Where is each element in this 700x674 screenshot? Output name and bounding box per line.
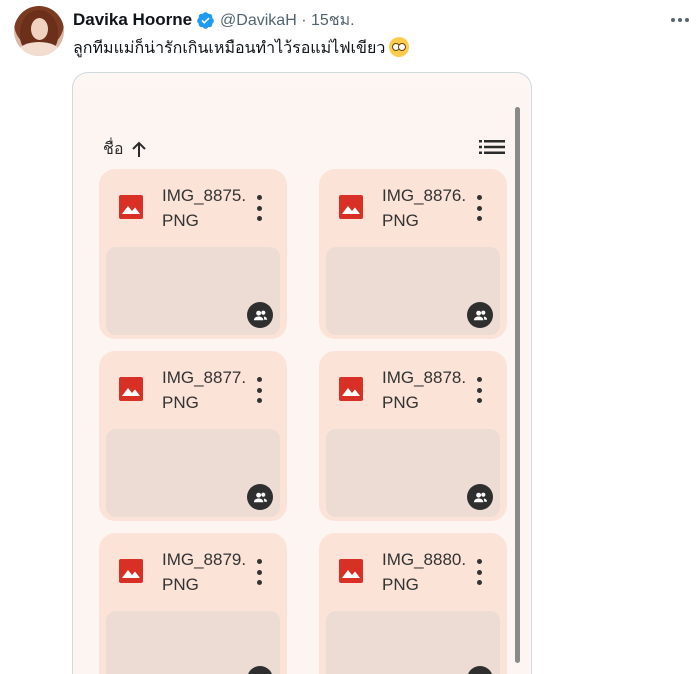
file-name: IMG_8875.PNG	[162, 186, 247, 230]
file-card[interactable]: IMG_8879.PNG	[99, 533, 287, 674]
sort-by-name-control[interactable]: ชื่อ	[103, 137, 147, 162]
tweet-header: Davika Hoorne @DavikaH · 15ชม.	[73, 9, 355, 31]
file-card[interactable]: IMG_8880.PNG	[319, 533, 507, 674]
shared-people-icon	[247, 484, 273, 510]
avatar-face	[31, 18, 48, 40]
file-name: IMG_8878.PNG	[382, 368, 467, 412]
sort-label: ชื่อ	[103, 141, 124, 158]
more-options-icon[interactable]	[668, 10, 692, 30]
scrollbar[interactable]	[515, 107, 520, 663]
tweet-text: ลูกทีมแม่ก็น่ารักเกินเหมือนทำไว้รอแม่ไฟเ…	[73, 36, 410, 61]
image-file-icon	[339, 377, 363, 401]
list-view-icon[interactable]	[479, 139, 505, 155]
tweet-text-content: ลูกทีมแม่ก็น่ารักเกินเหมือนทำไว้รอแม่ไฟเ…	[73, 40, 386, 57]
more-vert-icon[interactable]	[474, 377, 484, 403]
file-card[interactable]: IMG_8876.PNG	[319, 169, 507, 339]
file-name: IMG_8876.PNG	[382, 186, 467, 230]
file-name: IMG_8877.PNG	[162, 368, 247, 412]
file-thumbnail	[326, 611, 500, 674]
more-vert-icon[interactable]	[254, 377, 264, 403]
file-name: IMG_8880.PNG	[382, 550, 467, 594]
image-file-icon	[119, 377, 143, 401]
avatar-body	[18, 42, 60, 56]
file-thumbnail	[106, 611, 280, 674]
tweet-media-image[interactable]: ชื่อ IMG_8875.PNG IMG_8876.PNG IMG_8877.…	[72, 72, 532, 674]
more-vert-icon[interactable]	[474, 559, 484, 585]
author-handle-and-time[interactable]: @DavikaH · 15ชม.	[220, 8, 355, 33]
file-name: IMG_8879.PNG	[162, 550, 247, 594]
file-browser-screen: ชื่อ IMG_8875.PNG IMG_8876.PNG IMG_8877.…	[73, 89, 531, 674]
more-vert-icon[interactable]	[474, 195, 484, 221]
verified-badge-icon	[196, 11, 215, 30]
arrow-up-icon	[132, 141, 147, 157]
image-file-icon	[339, 559, 363, 583]
shared-people-icon	[247, 302, 273, 328]
image-file-icon	[119, 559, 143, 583]
author-name[interactable]: Davika Hoorne	[73, 10, 192, 30]
file-card[interactable]: IMG_8877.PNG	[99, 351, 287, 521]
pleading-face-emoji-icon	[389, 37, 410, 57]
file-card[interactable]: IMG_8875.PNG	[99, 169, 287, 339]
avatar[interactable]	[14, 6, 64, 56]
image-file-icon	[119, 195, 143, 219]
image-file-icon	[339, 195, 363, 219]
more-vert-icon[interactable]	[254, 559, 264, 585]
file-card[interactable]: IMG_8878.PNG	[319, 351, 507, 521]
shared-people-icon	[467, 302, 493, 328]
more-vert-icon[interactable]	[254, 195, 264, 221]
shared-people-icon	[467, 484, 493, 510]
